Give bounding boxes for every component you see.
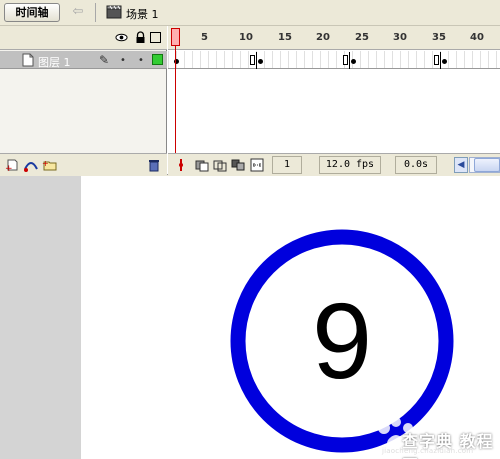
ruler-number: 15 [278,32,292,43]
layer-name[interactable]: 图层 1 [38,54,71,70]
frame-rate-field[interactable]: 12.0 fps [319,156,381,174]
edit-multiple-frames-icon[interactable] [231,158,245,172]
current-frame-field: 1 [272,156,302,174]
timeline-toggle-button[interactable]: 时间轴 [4,3,60,22]
back-arrow-icon[interactable]: ⇦ [66,3,90,22]
modify-onion-markers-icon[interactable] [250,158,264,172]
frame-toolbar: 1 12.0 fps 0.0s ◀ [168,153,500,175]
scene-clapper-icon [106,5,122,19]
horizontal-scroll-thumb[interactable] [474,158,500,172]
countdown-number[interactable]: 9 [312,280,372,401]
keyframe-divider [440,52,441,69]
layer-outline-color[interactable] [152,54,163,65]
center-frame-icon[interactable] [174,158,188,172]
ruler-number: 20 [316,32,330,43]
ruler-number: 5 [201,32,208,43]
ruler-number: 30 [393,32,407,43]
keyframe[interactable] [258,59,263,64]
svg-text:+: + [5,164,13,173]
playhead[interactable] [171,28,180,46]
insert-layer-icon[interactable]: + [4,157,20,173]
toolbar-separator [95,3,96,22]
add-motion-guide-icon[interactable] [23,157,39,173]
ruler-number: 35 [432,32,446,43]
pencil-icon: ✎ [99,53,110,67]
keyframe[interactable] [351,59,356,64]
timeline-panel: 图层 1 ✎ • • + + 5 10 15 20 25 30 35 40 1 … [0,26,500,175]
eye-icon[interactable] [115,31,128,44]
lock-dot[interactable]: • [138,55,144,66]
delete-layer-icon[interactable] [146,157,162,173]
scroll-left-arrow-icon[interactable]: ◀ [454,157,468,173]
outline-icon[interactable] [150,32,161,43]
layer-header [0,26,167,50]
visibility-dot[interactable]: • [120,55,126,66]
keyframe[interactable] [442,59,447,64]
lock-icon[interactable] [134,31,147,44]
watermark-url: jiaocheng.chazidian.com [382,447,474,455]
layer-list: 图层 1 ✎ • • + + [0,26,167,175]
insert-folder-icon[interactable]: + [42,157,58,173]
onion-skin-outlines-icon[interactable] [213,158,227,172]
ruler-number: 25 [355,32,369,43]
ruler-number: 10 [239,32,253,43]
layer-row[interactable]: 图层 1 ✎ • • [0,51,167,69]
scene-name[interactable]: 场景 1 [126,6,159,22]
layer-frame-track[interactable] [168,51,500,69]
keyframe-divider [349,52,350,69]
frame-ruler[interactable]: 1 5 10 15 20 25 30 35 40 [168,26,500,50]
svg-text:+: + [42,159,49,168]
onion-skin-icon[interactable] [195,158,209,172]
elapsed-time-field: 0.0s [395,156,437,174]
end-keyframe[interactable] [343,55,348,65]
end-keyframe[interactable] [250,55,255,65]
layer-page-icon [22,53,34,67]
frames-area: 1 5 10 15 20 25 30 35 40 [168,26,500,175]
top-bar: 时间轴 ⇦ 场景 1 [0,0,500,26]
layer-toolbar: + + [0,153,167,175]
ruler-number: 40 [470,32,484,43]
keyframe-divider [256,52,257,69]
end-keyframe[interactable] [434,55,439,65]
